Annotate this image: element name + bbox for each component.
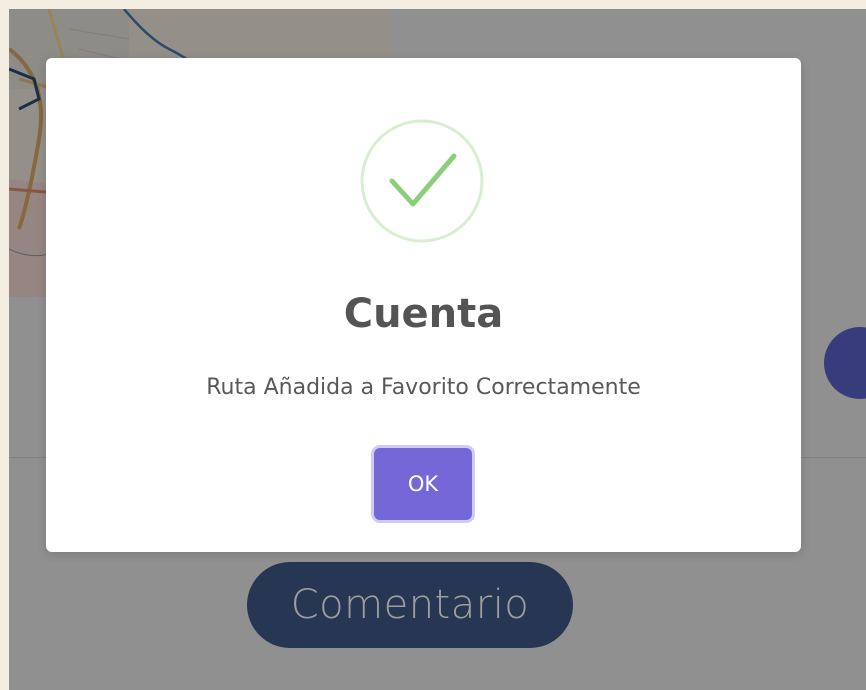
success-check-icon: [360, 119, 484, 243]
app-screen: Comentario Cuenta Ruta Añadida a Favorit…: [9, 9, 866, 690]
dialog-title: Cuenta: [343, 291, 504, 337]
ok-button[interactable]: OK: [374, 448, 472, 520]
alert-dialog: Cuenta Ruta Añadida a Favorito Correctam…: [46, 58, 801, 552]
dialog-message: Ruta Añadida a Favorito Correctamente: [206, 375, 641, 400]
